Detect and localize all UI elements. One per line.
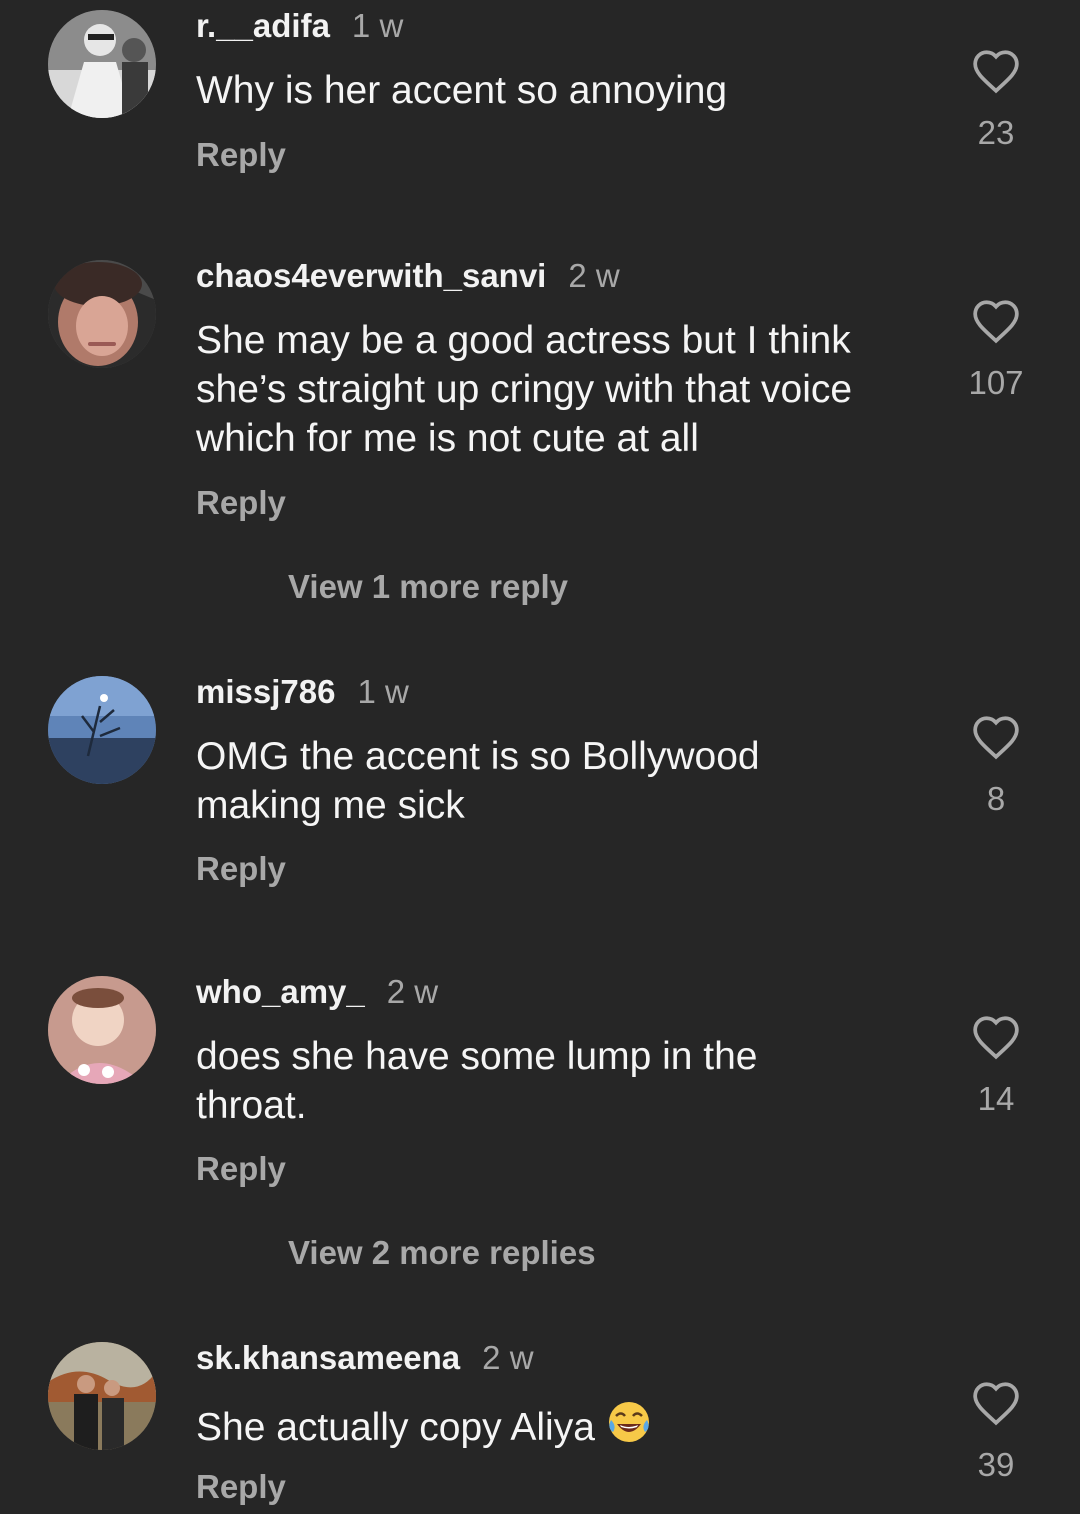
comment-text: does she have some lump in the throat. — [196, 1035, 758, 1127]
reply-button[interactable]: Reply — [196, 136, 286, 174]
like-count: 23 — [977, 114, 1015, 151]
avatar[interactable] — [48, 260, 156, 368]
view-more-replies-button[interactable]: View 2 more replies — [288, 1234, 596, 1272]
username[interactable]: sk.khansameena — [196, 1339, 460, 1377]
timestamp: 2 w — [386, 973, 439, 1010]
heart-icon — [973, 50, 1019, 94]
avatar[interactable] — [48, 976, 156, 1084]
avatar-photo-baby — [48, 976, 156, 1084]
like-button[interactable] — [966, 1380, 1026, 1428]
view-more-replies-button[interactable]: View 1 more reply — [288, 568, 568, 606]
like-button[interactable] — [966, 714, 1026, 762]
like-count: 14 — [977, 1080, 1015, 1117]
timestamp: 1 w — [351, 7, 404, 44]
laughing-emoji-icon — [605, 1398, 653, 1458]
like-button[interactable] — [966, 1014, 1026, 1062]
comment-text: She may be a good actress but I think sh… — [196, 319, 853, 460]
like-count: 39 — [977, 1446, 1015, 1483]
heart-icon — [973, 1382, 1019, 1426]
username[interactable]: r.__adifa — [196, 7, 330, 45]
heart-icon — [973, 300, 1019, 344]
comment-text: OMG the accent is so Bollywood making me… — [196, 735, 760, 827]
avatar[interactable] — [48, 10, 156, 118]
avatar-photo-sky-tree — [48, 676, 156, 784]
avatar-photo-selfie — [48, 260, 156, 368]
like-count: 8 — [986, 780, 1006, 817]
reply-button[interactable]: Reply — [196, 1150, 286, 1188]
comment-text-body: She actually copy Aliya — [196, 1406, 595, 1449]
like-button[interactable] — [966, 48, 1026, 96]
username[interactable]: missj786 — [196, 673, 335, 711]
reply-button[interactable]: Reply — [196, 850, 286, 888]
username[interactable]: who_amy_ — [196, 973, 365, 1011]
comment-text: Why is her accent so annoying — [196, 69, 728, 112]
avatar-photo-bw-portrait — [48, 10, 156, 118]
avatar-photo-couple — [48, 1342, 156, 1450]
heart-icon — [973, 716, 1019, 760]
avatar[interactable] — [48, 1342, 156, 1450]
reply-button[interactable]: Reply — [196, 1468, 286, 1506]
reply-button[interactable]: Reply — [196, 484, 286, 522]
like-button[interactable] — [966, 298, 1026, 346]
timestamp: 1 w — [357, 673, 409, 710]
username[interactable]: chaos4everwith_sanvi — [196, 257, 546, 295]
timestamp: 2 w — [482, 1339, 534, 1376]
avatar[interactable] — [48, 676, 156, 784]
heart-icon — [973, 1016, 1019, 1060]
timestamp: 2 w — [568, 257, 620, 294]
comment-text: She actually copy Aliya — [196, 1398, 926, 1458]
like-count: 107 — [968, 364, 1024, 401]
